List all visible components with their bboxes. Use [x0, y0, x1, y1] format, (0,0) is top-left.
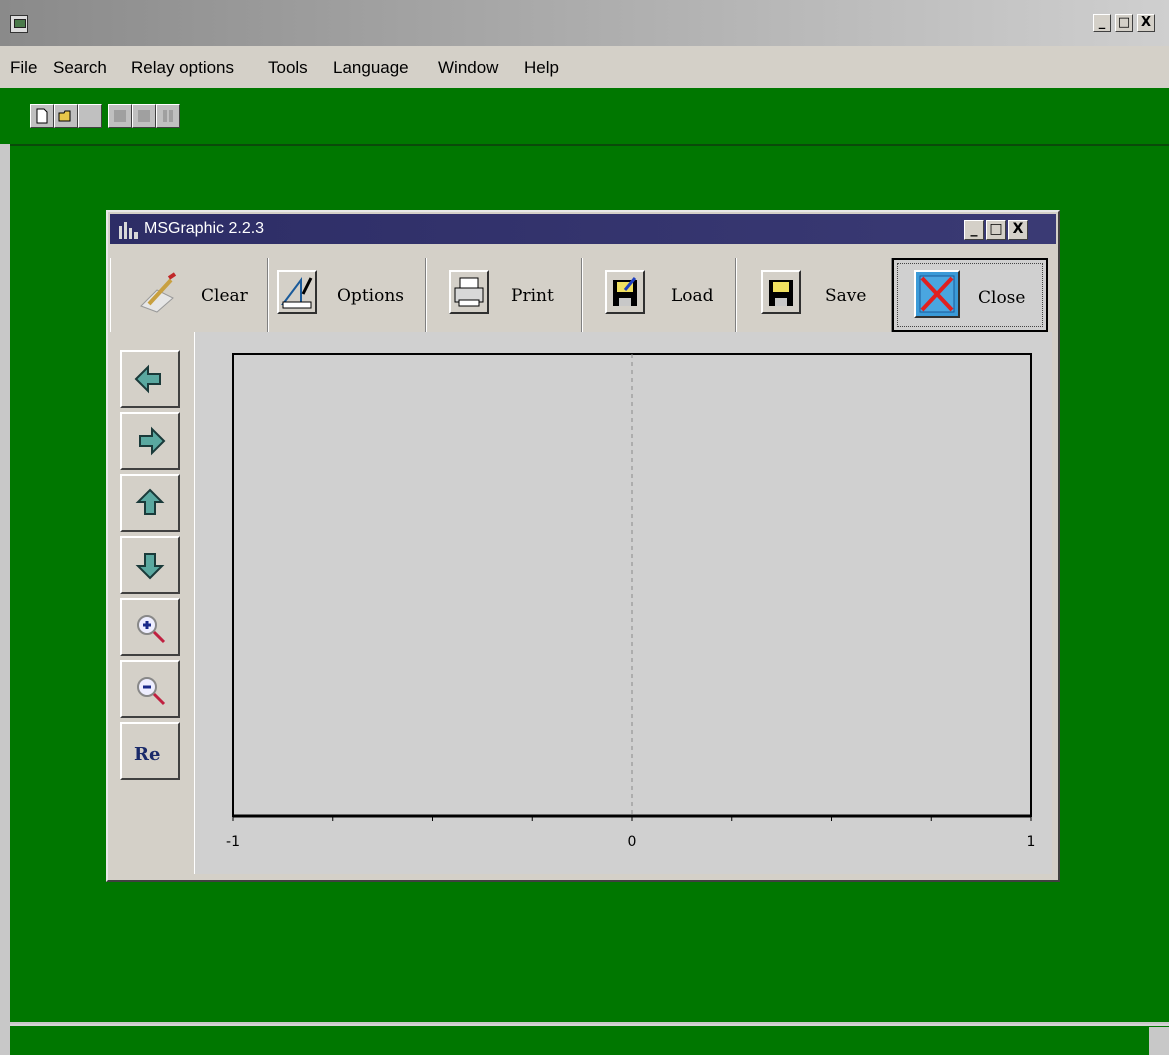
menu-bar: File Search Relay options Tools Language…: [0, 46, 1169, 88]
disabled-tool-icon[interactable]: [108, 104, 132, 128]
load-floppy-icon: [605, 270, 645, 314]
options-ruler-icon: [277, 270, 317, 314]
zoom-out-button[interactable]: [120, 660, 180, 718]
arrow-right-icon: [139, 426, 166, 456]
plot-panel: -1 0 1: [194, 332, 1052, 874]
main-toolbar: [0, 88, 1169, 144]
save-disabled-icon[interactable]: [78, 104, 102, 128]
save-floppy-icon: [761, 270, 801, 314]
disabled-tool-icon[interactable]: [156, 104, 180, 128]
child-maximize-button[interactable]: □: [986, 220, 1006, 240]
print-button[interactable]: Print: [426, 258, 582, 332]
chart-app-icon: [119, 222, 138, 239]
save-button[interactable]: Save: [736, 258, 892, 332]
options-label: Options: [337, 286, 404, 306]
x-tick-label: 0: [628, 834, 637, 850]
child-minimize-button[interactable]: _: [964, 220, 984, 240]
child-title-bar: MSGraphic 2.2.3 _ □ X: [110, 214, 1056, 244]
load-label: Load: [671, 286, 714, 306]
msgraphic-window: MSGraphic 2.2.3 _ □ X Clear Options Prin…: [106, 210, 1060, 882]
menu-search[interactable]: Search: [53, 58, 107, 78]
resize-grip[interactable]: [1149, 1027, 1169, 1055]
zoom-in-button[interactable]: [120, 598, 180, 656]
menu-language[interactable]: Language: [333, 58, 409, 78]
close-label: Close: [978, 288, 1026, 308]
reset-label: Re: [134, 744, 161, 765]
plot-chart[interactable]: -1 0 1: [197, 332, 1047, 872]
print-label: Print: [511, 286, 554, 306]
app-title-bar: _ □ X: [0, 0, 1169, 46]
disabled-tool-icon[interactable]: [132, 104, 156, 128]
close-x-icon: [914, 270, 960, 318]
zoom-out-icon: [137, 677, 166, 706]
pan-up-button[interactable]: [120, 474, 180, 532]
child-window-title: MSGraphic 2.2.3: [144, 220, 265, 237]
minimize-button[interactable]: _: [1093, 14, 1111, 32]
menu-help[interactable]: Help: [524, 58, 559, 78]
app-icon[interactable]: [10, 15, 28, 33]
printer-icon: [449, 270, 489, 314]
x-tick-label: 1: [1027, 834, 1036, 850]
status-bar: [10, 1024, 1169, 1055]
zoom-in-icon: [137, 615, 166, 644]
pan-right-button[interactable]: [120, 412, 180, 470]
clear-button[interactable]: Clear: [110, 258, 268, 332]
menu-window[interactable]: Window: [438, 58, 498, 78]
x-tick-label: -1: [226, 834, 240, 850]
menu-file[interactable]: File: [10, 58, 37, 78]
clear-label: Clear: [201, 286, 248, 306]
menu-relay-options[interactable]: Relay options: [131, 58, 234, 78]
pan-left-button[interactable]: [120, 350, 180, 408]
maximize-button[interactable]: □: [1115, 14, 1133, 32]
new-document-icon[interactable]: [30, 104, 54, 128]
pan-down-button[interactable]: [120, 536, 180, 594]
arrow-down-icon: [135, 553, 165, 580]
clear-eraser-icon: [140, 272, 177, 313]
menu-tools[interactable]: Tools: [268, 58, 308, 78]
close-button[interactable]: Close: [892, 258, 1048, 332]
arrow-up-icon: [135, 488, 165, 515]
options-button[interactable]: Options: [268, 258, 426, 332]
navigation-panel: Re: [110, 332, 190, 878]
save-label: Save: [825, 286, 867, 306]
open-folder-icon[interactable]: [54, 104, 78, 128]
reset-view-button[interactable]: Re: [120, 722, 180, 780]
close-window-button[interactable]: X: [1137, 14, 1155, 32]
child-close-button[interactable]: X: [1008, 220, 1028, 240]
arrow-left-icon: [134, 364, 161, 394]
load-button[interactable]: Load: [582, 258, 736, 332]
command-bar: Clear Options Print Load Save Close: [110, 258, 1056, 332]
